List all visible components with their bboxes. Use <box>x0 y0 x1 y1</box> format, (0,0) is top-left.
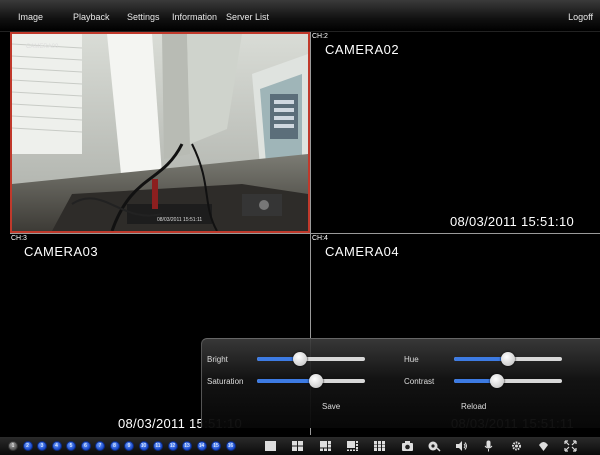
nine-view-icon[interactable] <box>373 440 386 452</box>
channel-button-16[interactable]: 16 <box>225 441 236 451</box>
channel-button-10[interactable]: 10 <box>138 441 149 451</box>
snapshot-icon[interactable] <box>401 440 414 452</box>
image-settings-panel: Bright Saturation Hue Contrast Save Relo… <box>201 338 600 428</box>
camera-name: CAMERA02 <box>325 42 400 57</box>
logoff-button[interactable]: Logoff <box>568 12 593 22</box>
channel-tag: CH:4 <box>312 235 328 242</box>
camera-name: CAMERA04 <box>325 244 400 259</box>
channel-button-9[interactable]: 9 <box>124 441 134 451</box>
record-icon[interactable] <box>428 440 441 452</box>
channel-tag: CH:2 <box>312 33 328 40</box>
eight-view-icon[interactable] <box>346 440 359 452</box>
channel-button-7[interactable]: 7 <box>95 441 105 451</box>
camera-1-video-frame <box>12 34 308 231</box>
camera-1-overlay-time: 08/03/2011 15:51:11 <box>157 217 203 223</box>
channel-button-13[interactable]: 13 <box>182 441 192 451</box>
channel-button-5[interactable]: 5 <box>66 441 76 451</box>
menu-settings[interactable]: Settings <box>127 12 160 22</box>
channel-button-2[interactable]: 2 <box>22 441 33 451</box>
quad-view-icon[interactable] <box>291 440 304 452</box>
saturation-slider[interactable] <box>257 374 365 388</box>
channel-button-11[interactable]: 11 <box>153 441 163 451</box>
channel-button-4[interactable]: 4 <box>51 441 62 451</box>
hue-slider[interactable] <box>454 352 562 366</box>
contrast-slider[interactable] <box>454 374 562 388</box>
bright-label: Bright <box>207 355 228 364</box>
channel-button-15[interactable]: 15 <box>211 441 221 451</box>
menu-playback[interactable]: Playback <box>73 12 110 22</box>
channel-button-6[interactable]: 6 <box>80 441 91 451</box>
channel-tag: CH:3 <box>11 235 27 242</box>
reload-button[interactable]: Reload <box>461 402 486 411</box>
ptz-icon[interactable] <box>537 440 550 452</box>
saturation-label: Saturation <box>207 377 244 386</box>
menu-server-list[interactable]: Server List <box>226 12 269 22</box>
volume-icon[interactable] <box>455 440 468 452</box>
settings-icon[interactable] <box>510 440 523 452</box>
camera-view-1[interactable]: CAMERA00 08/03/2011 15:51:11 <box>10 32 310 233</box>
slider-knob[interactable] <box>309 374 324 388</box>
menu-information[interactable]: Information <box>172 12 217 22</box>
contrast-label: Contrast <box>404 377 435 386</box>
hue-label: Hue <box>404 355 419 364</box>
bottom-toolbar: 1 2 3 4 5 6 7 8 9 10 11 12 13 14 15 16 <box>0 437 600 455</box>
grid-divider <box>10 233 600 234</box>
bright-slider[interactable] <box>257 352 365 366</box>
microphone-icon[interactable] <box>482 440 495 452</box>
camera-name: CAMERA03 <box>24 244 99 259</box>
channel-button-8[interactable]: 8 <box>109 441 120 451</box>
channel-button-14[interactable]: 14 <box>196 441 207 451</box>
channel-button-12[interactable]: 12 <box>167 441 178 451</box>
channel-button-1[interactable]: 1 <box>8 441 18 451</box>
camera-view-2[interactable]: CH:2 CAMERA02 08/03/2011 15:51:10 <box>311 32 600 233</box>
single-view-icon[interactable] <box>264 440 277 452</box>
channel-button-3[interactable]: 3 <box>37 441 47 451</box>
save-button[interactable]: Save <box>322 402 340 411</box>
slider-knob[interactable] <box>490 374 505 388</box>
slider-knob[interactable] <box>293 352 308 366</box>
fullscreen-icon[interactable] <box>564 440 577 452</box>
menu-image[interactable]: Image <box>18 12 43 22</box>
camera-timestamp: 08/03/2011 15:51:10 <box>449 214 574 229</box>
six-view-icon[interactable] <box>319 440 332 452</box>
menu-bar: Image Playback Settings Information Serv… <box>0 0 600 32</box>
camera-1-overlay-name: CAMERA00 <box>26 44 59 50</box>
slider-knob[interactable] <box>501 352 515 366</box>
